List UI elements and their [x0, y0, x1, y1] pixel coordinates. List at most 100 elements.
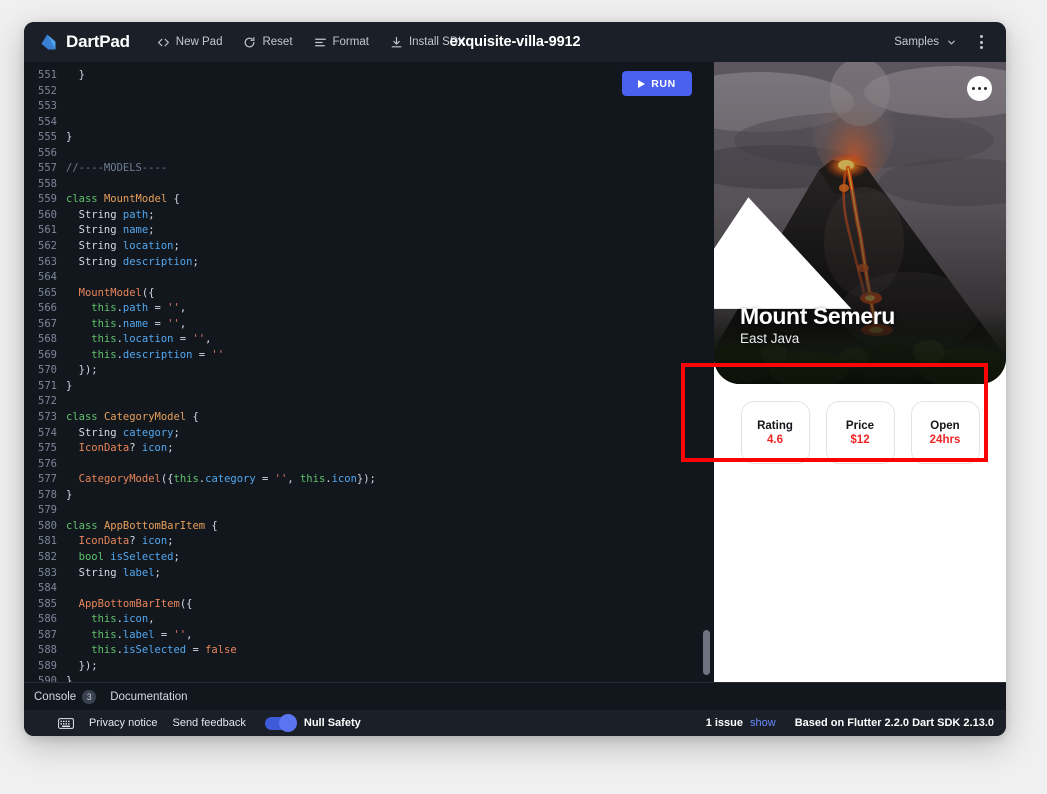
code-line[interactable]: 557 //----MODELS---- — [24, 161, 714, 177]
line-number: 588 — [38, 644, 57, 657]
code-line[interactable]: 571} — [24, 379, 714, 395]
code-line[interactable]: 584 — [24, 581, 714, 597]
more-options-button[interactable] — [967, 76, 992, 101]
code-line[interactable]: 556 — [24, 146, 714, 162]
code-line[interactable]: 559 class MountModel { — [24, 192, 714, 208]
refresh-icon — [245, 36, 255, 47]
info-card-value: 4.6 — [767, 433, 783, 446]
code-line[interactable]: 555} — [24, 130, 714, 146]
code-text: class AppBottomBarItem { — [66, 519, 218, 532]
code-text: } — [66, 131, 73, 144]
tab-documentation[interactable]: Documentation — [110, 691, 187, 703]
line-number: 587 — [38, 628, 57, 641]
code-line[interactable]: 562 String location; — [24, 239, 714, 255]
code-line[interactable]: 566 this.path = '', — [24, 301, 714, 317]
line-number: 559 — [38, 193, 57, 206]
code-text: String description; — [66, 255, 199, 268]
code-text: this.path = '', — [66, 302, 187, 315]
code-line[interactable]: 567 this.name = '', — [24, 317, 714, 333]
code-line[interactable]: 587 this.label = '', — [24, 628, 714, 644]
line-number: 574 — [38, 426, 57, 439]
code-line[interactable]: 576 — [24, 457, 714, 473]
send-feedback-link[interactable]: Send feedback — [172, 717, 245, 729]
code-line[interactable]: 551 } — [24, 68, 714, 84]
overflow-menu-button[interactable] — [968, 29, 994, 55]
code-line[interactable]: 565 MountModel({ — [24, 286, 714, 302]
code-line[interactable]: 563 String description; — [24, 255, 714, 271]
hero-text-block: Mount Semeru East Java — [740, 303, 895, 346]
reset-button[interactable]: Reset — [234, 31, 301, 54]
code-line[interactable]: 554 — [24, 115, 714, 131]
code-line[interactable]: 570 }); — [24, 363, 714, 379]
code-line[interactable]: 564 — [24, 270, 714, 286]
code-line[interactable]: 573 class CategoryModel { — [24, 410, 714, 426]
line-number: 570 — [38, 364, 57, 377]
editor-scrollbar-thumb[interactable] — [703, 630, 710, 675]
code-line[interactable]: 578} — [24, 488, 714, 504]
code-line[interactable]: 552 — [24, 84, 714, 100]
code-line[interactable]: 568 this.location = '', — [24, 332, 714, 348]
brand-label: DartPad — [66, 32, 130, 51]
install-sdk-button[interactable]: Install SDK — [381, 31, 475, 54]
code-text: bool isSelected; — [66, 550, 180, 563]
format-button[interactable]: Format — [305, 31, 378, 54]
format-lines-icon — [314, 38, 326, 46]
line-number: 561 — [38, 224, 57, 237]
code-line[interactable]: 577 CategoryModel({this.category = '', t… — [24, 472, 714, 488]
hero-title: Mount Semeru — [740, 303, 895, 329]
code-line[interactable]: 590} — [24, 674, 714, 682]
code-text: this.icon, — [66, 613, 155, 626]
code-text: String location; — [66, 240, 180, 253]
tab-console[interactable]: Console 3 — [34, 689, 97, 704]
code-text: IconData? icon; — [78, 535, 174, 548]
code-text: this.location = '', — [66, 333, 212, 346]
code-line[interactable]: 589 }); — [24, 659, 714, 675]
code-line[interactable]: 586 this.icon, — [24, 612, 714, 628]
code-line[interactable]: 583 String label; — [24, 566, 714, 582]
more-dot — [977, 86, 982, 91]
code-text: CategoryModel({this.category = '', this.… — [78, 473, 376, 486]
code-line[interactable]: 561 String name; — [24, 223, 714, 239]
line-number: 575 — [38, 442, 57, 455]
code-text: }); — [66, 364, 98, 377]
privacy-notice-link[interactable]: Privacy notice — [89, 717, 157, 729]
code-line[interactable]: 553 — [24, 99, 714, 115]
show-issues-link[interactable]: show — [750, 717, 776, 729]
code-line[interactable]: 572 — [24, 394, 714, 410]
code-line[interactable]: 585 AppBottomBarItem({ — [24, 597, 714, 613]
code-text: //----MODELS---- — [66, 162, 168, 175]
code-editor-pane[interactable]: 551 } 552 553 554 555} 556 557 //----MODELS----… — [24, 62, 714, 682]
hero-image-card: Mount Semeru East Java — [714, 62, 1006, 384]
info-card-price[interactable]: Price $12 — [825, 401, 895, 464]
line-number: 577 — [38, 473, 57, 486]
play-icon — [638, 79, 646, 88]
code-line[interactable]: 582 bool isSelected; — [24, 550, 714, 566]
line-number: 582 — [38, 550, 57, 563]
samples-dropdown[interactable]: Samples — [887, 31, 964, 53]
info-card-rating[interactable]: Rating 4.6 — [740, 401, 810, 464]
code-line[interactable]: 569 this.description = '' — [24, 348, 714, 364]
info-card-label: Open — [930, 419, 960, 432]
code-line[interactable]: 575 IconData? icon; — [24, 441, 714, 457]
code-line[interactable]: 581 IconData? icon; — [24, 534, 714, 550]
line-number: 557 — [38, 162, 57, 175]
keyboard-shortcuts-button[interactable] — [58, 717, 74, 729]
code-text: this.isSelected = false — [66, 644, 237, 657]
null-safety-toggle[interactable] — [264, 714, 297, 732]
code-lines-container[interactable]: 551 } 552 553 554 555} 556 557 //----MODELS----… — [24, 62, 714, 682]
run-button[interactable]: RUN — [622, 71, 692, 96]
info-card-open[interactable]: Open 24hrs — [910, 401, 980, 464]
status-right-group: 1 issue show Based on Flutter 2.2.0 Dart… — [706, 717, 994, 729]
line-number: 562 — [38, 240, 57, 253]
code-line[interactable]: 579 — [24, 503, 714, 519]
code-line[interactable]: 558 — [24, 177, 714, 193]
dartpad-logo[interactable]: DartPad — [38, 32, 130, 53]
line-number: 579 — [38, 504, 57, 517]
new-pad-button[interactable]: New Pad — [148, 31, 232, 54]
code-line[interactable]: 574 String category; — [24, 426, 714, 442]
code-line[interactable]: 588 this.isSelected = false — [24, 643, 714, 659]
null-safety-toggle-group[interactable]: Null Safety — [264, 714, 361, 732]
status-bar: Privacy notice Send feedback Null Safety… — [24, 710, 1006, 736]
code-line[interactable]: 560 String path; — [24, 208, 714, 224]
code-line[interactable]: 580 class AppBottomBarItem { — [24, 519, 714, 535]
